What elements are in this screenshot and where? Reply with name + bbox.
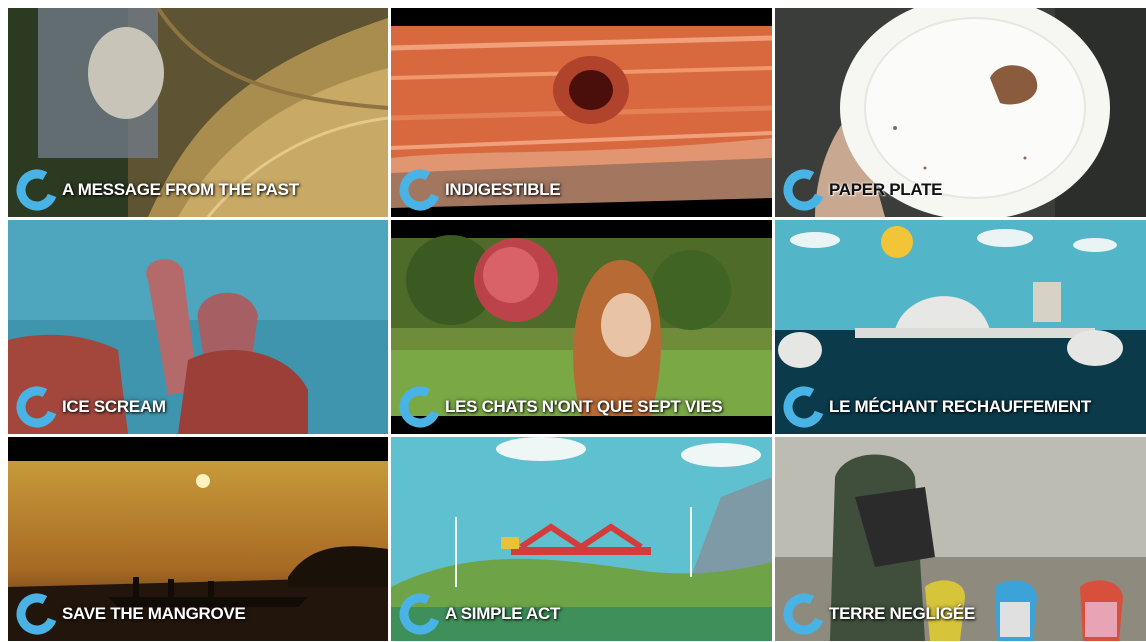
video-tile-a-simple-act[interactable]: A SIMPLE ACT: [391, 437, 772, 641]
video-title: TERRE NEGLIGÉE: [829, 604, 975, 623]
channel-logo-icon: [399, 593, 441, 635]
video-title-label: A SIMPLE ACT: [399, 593, 560, 635]
video-title-label: ICE SCREAM: [16, 386, 166, 428]
video-title: SAVE THE MANGROVE: [62, 604, 246, 623]
channel-logo-icon: [783, 386, 825, 428]
video-tile-terre-negligee[interactable]: TERRE NEGLIGÉE: [775, 437, 1146, 641]
video-title: INDIGESTIBLE: [445, 180, 561, 199]
video-tile-les-chats[interactable]: LES CHATS N'ONT QUE SEPT VIES: [391, 220, 772, 434]
channel-logo-icon: [16, 386, 58, 428]
channel-logo-icon: [783, 593, 825, 635]
video-title: LE MÉCHANT RECHAUFFEMENT: [829, 397, 1091, 416]
video-tile-le-mechant-rechauffement[interactable]: LE MÉCHANT RECHAUFFEMENT: [775, 220, 1146, 434]
video-title-label: LES CHATS N'ONT QUE SEPT VIES: [399, 386, 723, 428]
channel-logo-icon: [399, 169, 441, 211]
video-grid: A MESSAGE FROM THE PAST INDIGESTIBLE PAP…: [8, 8, 1146, 641]
video-tile-indigestible[interactable]: INDIGESTIBLE: [391, 8, 772, 217]
video-tile-message-from-the-past[interactable]: A MESSAGE FROM THE PAST: [8, 8, 388, 217]
video-title: PAPER PLATE: [829, 180, 943, 199]
video-title-label: PAPER PLATE: [783, 169, 943, 211]
video-title: A MESSAGE FROM THE PAST: [62, 180, 299, 199]
channel-logo-icon: [399, 386, 441, 428]
video-title-label: INDIGESTIBLE: [399, 169, 561, 211]
video-title-label: SAVE THE MANGROVE: [16, 593, 246, 635]
channel-logo-icon: [16, 593, 58, 635]
video-title-label: TERRE NEGLIGÉE: [783, 593, 975, 635]
video-tile-ice-scream[interactable]: ICE SCREAM: [8, 220, 388, 434]
video-title-label: A MESSAGE FROM THE PAST: [16, 169, 299, 211]
channel-logo-icon: [16, 169, 58, 211]
video-title: LES CHATS N'ONT QUE SEPT VIES: [445, 397, 723, 416]
video-tile-paper-plate[interactable]: PAPER PLATE: [775, 8, 1146, 217]
channel-logo-icon: [783, 169, 825, 211]
video-title: A SIMPLE ACT: [445, 604, 561, 623]
video-title: ICE SCREAM: [62, 397, 166, 416]
video-title-label: LE MÉCHANT RECHAUFFEMENT: [783, 386, 1091, 428]
video-tile-save-the-mangrove[interactable]: SAVE THE MANGROVE: [8, 437, 388, 641]
